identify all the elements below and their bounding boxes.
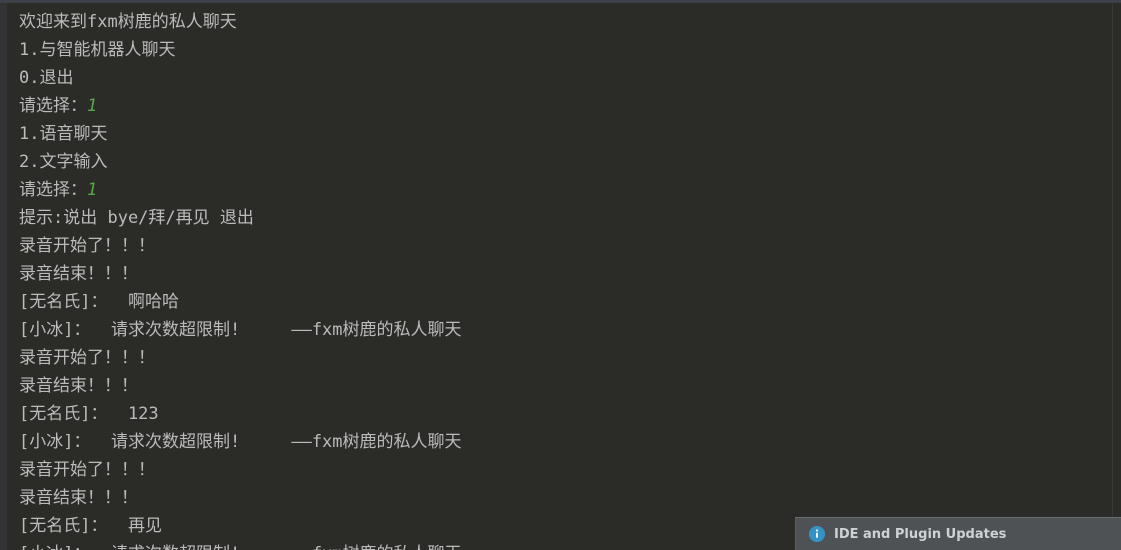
console-text: 1.语音聊天 <box>19 124 108 144</box>
console-text: [无名氏]： 啊哈哈 <box>19 292 179 312</box>
run-console-window: 欢迎来到fxm树鹿的私人聊天 1.与智能机器人聊天 0.退出 请选择：1 1.语音聊天 2… <box>0 0 1121 550</box>
console-line: [无名氏]： 啊哈哈 <box>19 288 179 316</box>
console-text: [无名氏]： 再见 <box>19 516 162 536</box>
console-line: [无名氏]： 123 <box>19 400 159 428</box>
console-text: 2.文字输入 <box>19 152 108 172</box>
console-line: 请选择：1 <box>19 92 97 120</box>
console-line: 2.文字输入 <box>19 148 107 176</box>
console-line: 0.退出 <box>19 64 73 92</box>
console-text: 0.退出 <box>19 68 74 88</box>
console-line: 录音开始了！！！ <box>19 232 155 260</box>
console-line: 1.语音聊天 <box>19 120 107 148</box>
info-icon <box>809 526 825 542</box>
console-output-area[interactable]: 欢迎来到fxm树鹿的私人聊天 1.与智能机器人聊天 0.退出 请选择：1 1.语音聊天 2… <box>7 3 1112 550</box>
user-input-echo: 1 <box>87 96 98 116</box>
console-text: 请选择： <box>19 180 87 200</box>
console-text: 录音结束！！！ <box>19 488 138 508</box>
console-text: 录音结束！！！ <box>19 376 138 396</box>
console-text: 请选择： <box>19 96 87 116</box>
console-left-gutter <box>0 3 7 550</box>
user-input-echo: 1 <box>87 180 98 200</box>
console-text: [小冰]： 请求次数超限制! ——fxm树鹿的私人聊天 <box>19 320 462 340</box>
console-line: 录音结束！！！ <box>19 372 138 400</box>
console-text: 录音开始了！！！ <box>19 460 155 480</box>
notification-title: IDE and Plugin Updates <box>834 526 1007 542</box>
console-right-divider <box>1112 3 1113 550</box>
console-text: 1.与智能机器人聊天 <box>19 40 176 60</box>
console-text: [小冰]： 请求次数超限制! ——fxm树鹿的私人聊天 <box>19 432 462 452</box>
console-text: 录音结束！！！ <box>19 264 138 284</box>
console-line: 1.与智能机器人聊天 <box>19 36 175 64</box>
console-text: 提示:说出 bye/拜/再见 退出 <box>19 208 254 228</box>
console-line: [小冰]： 请求次数超限制! ——fxm树鹿的私人聊天 <box>19 540 462 550</box>
console-line: 录音结束！！！ <box>19 260 138 288</box>
console-line: [无名氏]： 再见 <box>19 512 162 540</box>
notification-balloon[interactable]: IDE and Plugin Updates <box>795 517 1121 550</box>
console-line: 录音开始了！！！ <box>19 456 155 484</box>
console-line: 欢迎来到fxm树鹿的私人聊天 <box>19 8 237 36</box>
console-text: 录音开始了！！！ <box>19 236 155 256</box>
console-line: 请选择：1 <box>19 176 97 204</box>
console-text: [小冰]： 请求次数超限制! ——fxm树鹿的私人聊天 <box>19 544 462 550</box>
console-line: [小冰]： 请求次数超限制! ——fxm树鹿的私人聊天 <box>19 428 462 456</box>
console-line: 录音结束！！！ <box>19 484 138 512</box>
console-text: 欢迎来到fxm树鹿的私人聊天 <box>19 12 237 32</box>
console-line: [小冰]： 请求次数超限制! ——fxm树鹿的私人聊天 <box>19 316 462 344</box>
console-text: [无名氏]： 123 <box>19 404 159 424</box>
console-text: 录音开始了！！！ <box>19 348 155 368</box>
console-line: 提示:说出 bye/拜/再见 退出 <box>19 204 254 232</box>
console-line: 录音开始了！！！ <box>19 344 155 372</box>
